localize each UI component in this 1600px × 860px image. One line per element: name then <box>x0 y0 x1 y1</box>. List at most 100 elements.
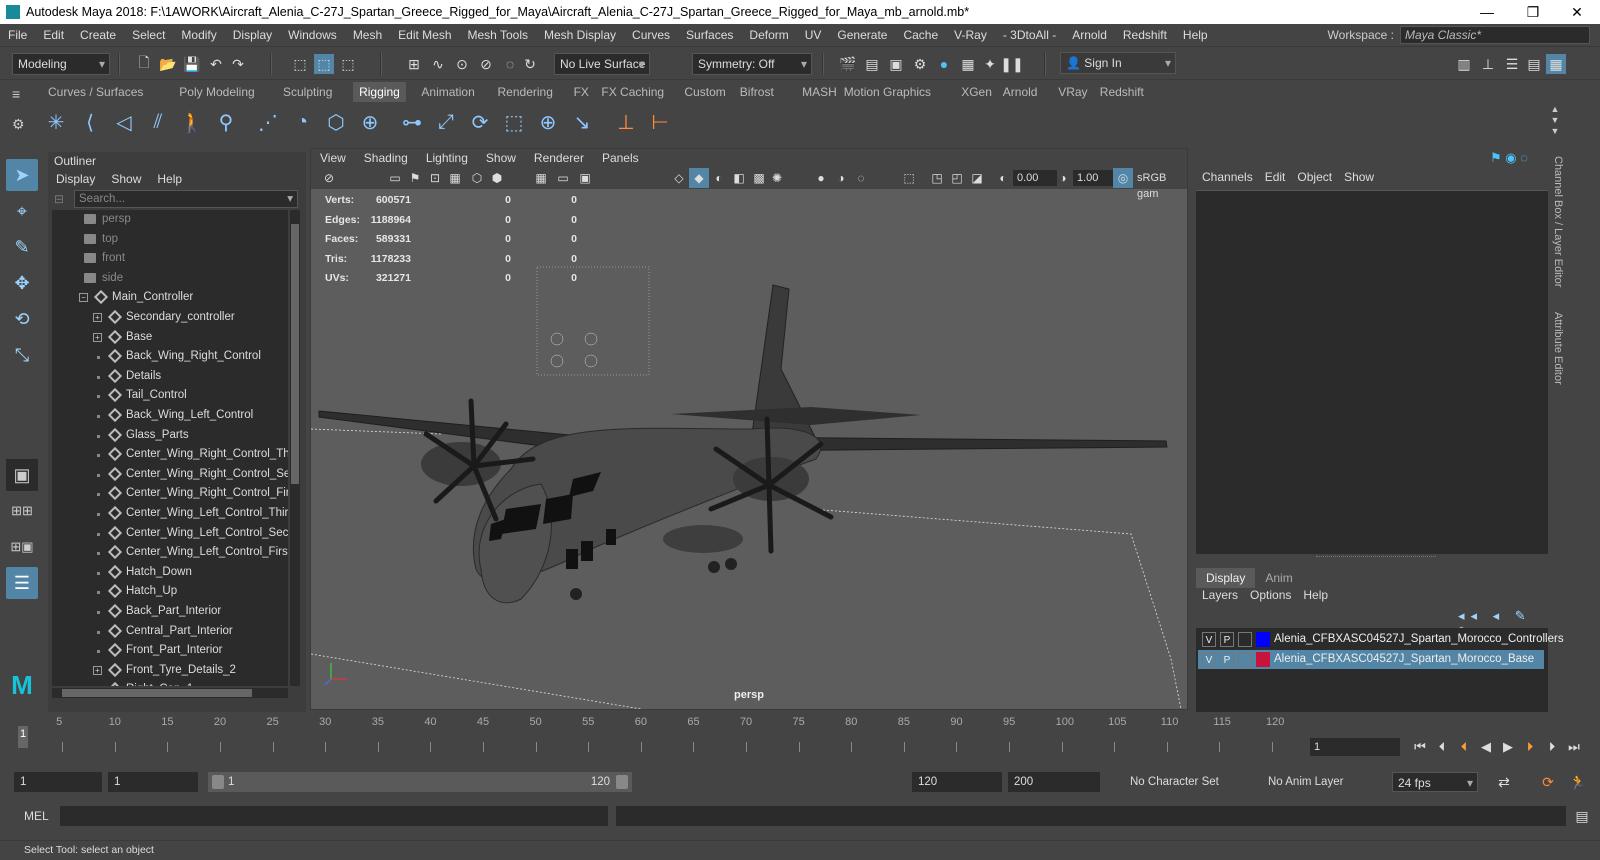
viewport-menu-view[interactable]: View <box>311 149 355 167</box>
menu-help[interactable]: Help <box>1175 28 1216 42</box>
anim-layer-dropdown[interactable]: No Anim Layer <box>1262 772 1384 792</box>
snap-to-point-icon[interactable]: ⊙ <box>452 54 472 74</box>
menu-edit[interactable]: Edit <box>35 28 72 42</box>
render-view-icon[interactable]: ▦ <box>958 54 978 74</box>
viewport-menu-panels[interactable]: Panels <box>593 149 648 167</box>
toggle-modeling-toolkit-icon[interactable]: ⊥ <box>1478 54 1498 74</box>
motion-blur-icon[interactable]: ◑ <box>831 168 851 188</box>
select-by-component-icon[interactable]: ⬚ <box>338 54 358 74</box>
animation-end-field[interactable]: 200 <box>1008 772 1100 792</box>
outliner-item[interactable]: Center_Wing_Right_Control_Secon <box>97 465 288 485</box>
outliner-item[interactable]: + Base <box>93 328 152 348</box>
outliner-item[interactable]: − Main_Controller <box>79 288 193 308</box>
layer-menu-layers[interactable]: Layers <box>1196 586 1244 604</box>
menu-select[interactable]: Select <box>124 28 173 42</box>
shelf-tab-sculpting[interactable]: Sculpting <box>277 82 338 102</box>
snap-to-grid-icon[interactable]: ⊞ <box>404 54 424 74</box>
aircraft-model[interactable] <box>311 189 1187 709</box>
menu-windows[interactable]: Windows <box>280 28 345 42</box>
undo-icon[interactable]: ↶ <box>206 54 226 74</box>
visibility-toggle[interactable]: V <box>1202 632 1216 647</box>
step-back-icon[interactable]: ⏴ <box>1432 738 1452 756</box>
xray-joints-icon[interactable]: ◰ <box>947 168 967 188</box>
shelf-tab-xgen[interactable]: XGen <box>955 82 998 102</box>
use-default-material-icon[interactable]: ◐ <box>709 168 729 188</box>
safe-action-icon[interactable]: ▣ <box>575 168 595 188</box>
time-slider-track[interactable]: 1 5 10 15 20 25 30 35 40 45 50 55 60 65 70 75 80 85 90 95 10… <box>14 716 1284 754</box>
outliner-item[interactable]: Right_Cap_1 <box>107 680 193 686</box>
shelf-tab-redshift[interactable]: Redshift <box>1094 82 1150 102</box>
outliner-menu-display[interactable]: Display <box>48 170 103 188</box>
ambient-occlusion-icon[interactable]: ● <box>811 168 831 188</box>
loop-icon[interactable]: ⇄ <box>1494 772 1514 792</box>
outliner-vertical-scrollbar[interactable] <box>290 210 300 686</box>
outliner-item[interactable]: Center_Wing_Left_Control_First <box>97 543 288 563</box>
shelf-tab-fx-caching[interactable]: FX Caching <box>595 82 670 102</box>
outliner-item[interactable]: + Front_Tyre_Details_2 <box>93 661 236 681</box>
play-backwards-icon[interactable]: ◀ <box>1476 738 1496 756</box>
go-to-end-icon[interactable]: ⏭ <box>1564 738 1584 756</box>
bind-skin-icon[interactable]: ⬡ <box>322 108 350 136</box>
shelf-scroll-arrows[interactable]: ▲ ▼ ▼ <box>1548 104 1562 138</box>
channel-box-menu-edit[interactable]: Edit <box>1259 168 1292 186</box>
viewport-persp[interactable]: View Shading Lighting Show Renderer Panels ⊘ … <box>310 148 1188 710</box>
toggle-attribute-editor-icon[interactable]: ☰ <box>1502 54 1522 74</box>
outliner-item[interactable]: Hatch_Up <box>97 582 177 602</box>
expand-toggle-icon[interactable]: − <box>79 293 88 303</box>
blend-shape-icon[interactable]: ⬚ <box>500 108 528 136</box>
ipr-render-icon[interactable]: ▣ <box>886 54 906 74</box>
layer-menu-options[interactable]: Options <box>1244 586 1297 604</box>
auto-key-icon[interactable]: ⟳ <box>1538 772 1558 792</box>
menu-3dtoall[interactable]: - 3DtoAll - <box>995 28 1064 42</box>
outliner-search-input[interactable]: Search... ▾ <box>74 190 298 208</box>
expand-toggle-icon[interactable]: + <box>93 332 102 342</box>
gamma-icon[interactable]: ◑ <box>1053 168 1073 188</box>
expand-toggle-icon[interactable]: + <box>93 313 102 322</box>
current-frame-field[interactable]: 1 <box>1310 738 1400 756</box>
hypershade-icon[interactable]: ● <box>934 54 954 74</box>
shelf-tab-vray[interactable]: VRay <box>1052 82 1093 102</box>
viewport-menu-show[interactable]: Show <box>477 149 525 167</box>
smooth-shade-icon[interactable]: ⬢ <box>487 168 507 188</box>
quick-rig-icon[interactable]: 🚶 <box>178 108 206 136</box>
menu-modify[interactable]: Modify <box>173 28 224 42</box>
end-time-field[interactable]: 120 <box>912 772 1002 792</box>
lasso-tool-icon[interactable]: ⌖ <box>6 195 38 227</box>
menu-v-ray[interactable]: V-Ray <box>946 28 995 42</box>
shelf-tab-bifrost[interactable]: Bifrost <box>734 82 780 102</box>
layer-tab-display[interactable]: Display <box>1196 568 1256 588</box>
shelf-tab-rendering[interactable]: Rendering <box>492 82 559 102</box>
save-scene-icon[interactable]: 💾 <box>182 54 202 74</box>
scale-tool-icon[interactable]: ⤡ <box>6 339 38 371</box>
outliner-item[interactable]: Details <box>97 367 161 387</box>
new-scene-icon[interactable]: 🗋 <box>134 54 154 74</box>
select-tool-icon[interactable]: ➤ <box>6 159 38 191</box>
fps-dropdown[interactable]: 24 fps <box>1392 772 1478 793</box>
outliner-item[interactable]: Central_Part_Interior <box>97 622 233 642</box>
menu-deform[interactable]: Deform <box>741 28 796 42</box>
side-tab-attribute-editor[interactable]: Attribute Editor <box>1552 312 1564 385</box>
filter-icon[interactable]: ⊟ <box>54 192 64 206</box>
shelf-tab-poly-modeling[interactable]: Poly Modeling <box>173 82 260 102</box>
mirror-joint-icon[interactable]: ◁ <box>110 108 138 136</box>
create-joints-icon[interactable]: ✳ <box>42 108 70 136</box>
menu-edit-mesh[interactable]: Edit Mesh <box>390 28 459 42</box>
isolate-select-icon[interactable]: ⬚ <box>899 168 919 188</box>
maximize-button[interactable]: ❐ <box>1510 0 1556 24</box>
render-settings-icon[interactable]: ⚙ <box>910 54 930 74</box>
search-options-icon[interactable]: ▾ <box>287 191 293 207</box>
wrap-icon[interactable]: ⟳ <box>466 108 494 136</box>
outliner-item[interactable]: Center_Wing_Left_Control_Second <box>97 524 288 544</box>
image-plane-icon[interactable]: ⊡ <box>425 168 445 188</box>
view-transform-dropdown[interactable]: sRGB gam <box>1133 170 1185 200</box>
outliner-item[interactable]: Center_Wing_Right_Control_Third <box>97 445 288 465</box>
move-tool-icon[interactable]: ✥ <box>6 267 38 299</box>
antialiasing-icon[interactable]: ◌ <box>851 168 871 188</box>
toggle-channel-box-icon[interactable]: ▦ <box>1546 54 1566 74</box>
animation-start-field[interactable]: 1 <box>108 772 198 792</box>
menu-curves[interactable]: Curves <box>624 28 678 42</box>
rotate-tool-icon[interactable]: ⟲ <box>6 303 38 335</box>
play-forwards-icon[interactable]: ▶ <box>1498 738 1518 756</box>
workspace-layout-icon[interactable]: ▥ <box>1454 54 1474 74</box>
cluster-icon[interactable]: ⊶ <box>398 108 426 136</box>
